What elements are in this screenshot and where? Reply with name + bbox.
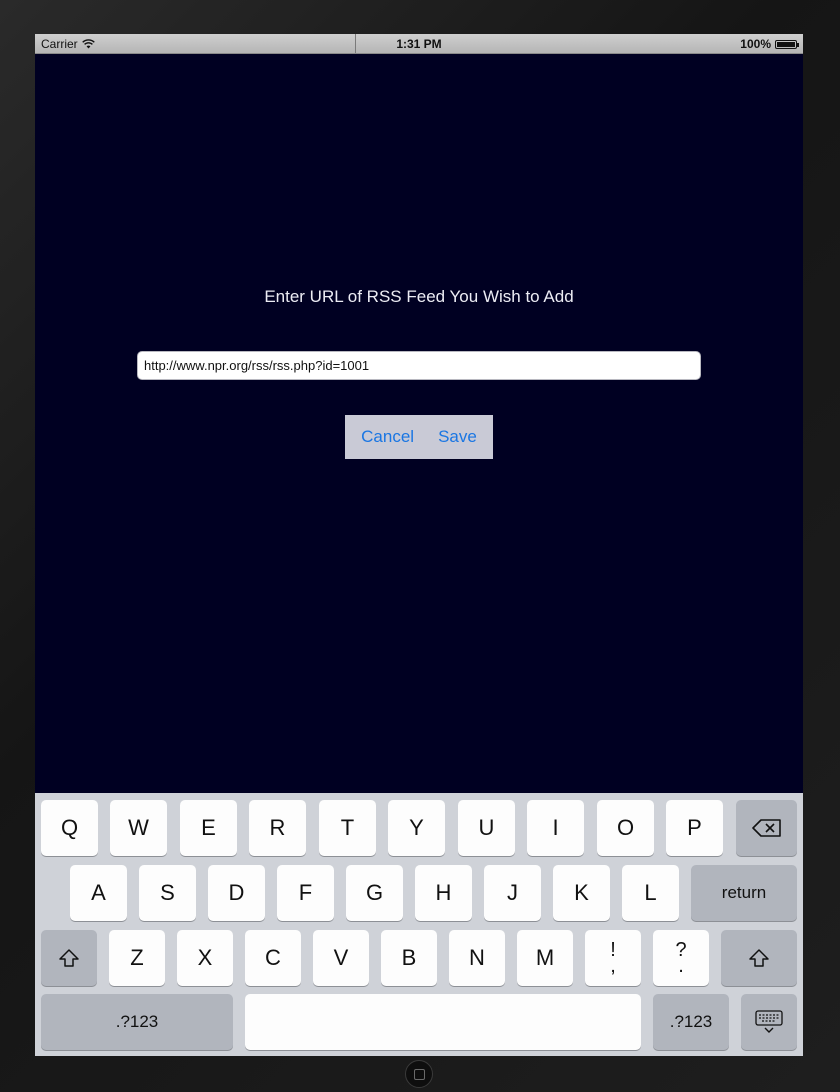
status-time: 1:31 PM <box>396 37 442 51</box>
key-k[interactable]: K <box>553 865 610 921</box>
key-period-label: . <box>678 955 684 977</box>
key-d[interactable]: D <box>208 865 265 921</box>
key-n[interactable]: N <box>449 930 505 986</box>
shift-key-left[interactable] <box>41 930 97 986</box>
numbers-key-right[interactable]: .?123 <box>653 994 729 1050</box>
backspace-key[interactable] <box>736 800 797 856</box>
key-z[interactable]: Z <box>109 930 165 986</box>
key-c[interactable]: C <box>245 930 301 986</box>
prompt-label: Enter URL of RSS Feed You Wish to Add <box>264 287 574 306</box>
key-y[interactable]: Y <box>388 800 445 856</box>
status-bar: Carrier 1:31 PM 100% <box>35 34 803 54</box>
battery-indicator: 100% <box>740 37 799 51</box>
dismiss-keyboard-key[interactable] <box>741 994 797 1050</box>
screen: Carrier 1:31 PM 100% Enter URL of RSS Fe… <box>35 34 803 1056</box>
key-v[interactable]: V <box>313 930 369 986</box>
key-u[interactable]: U <box>458 800 515 856</box>
key-e[interactable]: E <box>180 800 237 856</box>
home-button[interactable] <box>405 1060 433 1088</box>
url-input[interactable] <box>137 351 701 380</box>
battery-percent: 100% <box>740 37 771 51</box>
key-r[interactable]: R <box>249 800 306 856</box>
key-comma-label: , <box>610 955 616 977</box>
key-g[interactable]: G <box>346 865 403 921</box>
key-exclaim-comma[interactable]: ! , <box>585 930 641 986</box>
keyboard-dismiss-icon <box>755 1010 783 1033</box>
key-b[interactable]: B <box>381 930 437 986</box>
numbers-key-left[interactable]: .?123 <box>41 994 233 1050</box>
button-group: Cancel Save <box>345 415 493 459</box>
key-p[interactable]: P <box>666 800 723 856</box>
key-l[interactable]: L <box>622 865 679 921</box>
key-x[interactable]: X <box>177 930 233 986</box>
key-q[interactable]: Q <box>41 800 98 856</box>
battery-icon <box>775 39 799 49</box>
key-w[interactable]: W <box>110 800 167 856</box>
key-s[interactable]: S <box>139 865 196 921</box>
backspace-icon <box>751 819 781 837</box>
shift-icon <box>749 949 769 967</box>
keyboard: Q W E R T Y U I O P A S D F G H J K L re… <box>35 793 803 1056</box>
key-question-period[interactable]: ? . <box>653 930 709 986</box>
home-square-icon <box>413 1068 425 1080</box>
key-t[interactable]: T <box>319 800 376 856</box>
shift-key-right[interactable] <box>721 930 797 986</box>
return-key[interactable]: return <box>691 865 797 921</box>
shift-icon <box>59 949 79 967</box>
key-f[interactable]: F <box>277 865 334 921</box>
key-i[interactable]: I <box>527 800 584 856</box>
key-m[interactable]: M <box>517 930 573 986</box>
key-o[interactable]: O <box>597 800 654 856</box>
cancel-button[interactable]: Cancel <box>361 427 414 447</box>
key-a[interactable]: A <box>70 865 127 921</box>
save-button[interactable]: Save <box>438 427 477 447</box>
ipad-frame: Carrier 1:31 PM 100% Enter URL of RSS Fe… <box>0 0 840 1092</box>
key-j[interactable]: J <box>484 865 541 921</box>
key-h[interactable]: H <box>415 865 472 921</box>
space-key[interactable] <box>245 994 641 1050</box>
